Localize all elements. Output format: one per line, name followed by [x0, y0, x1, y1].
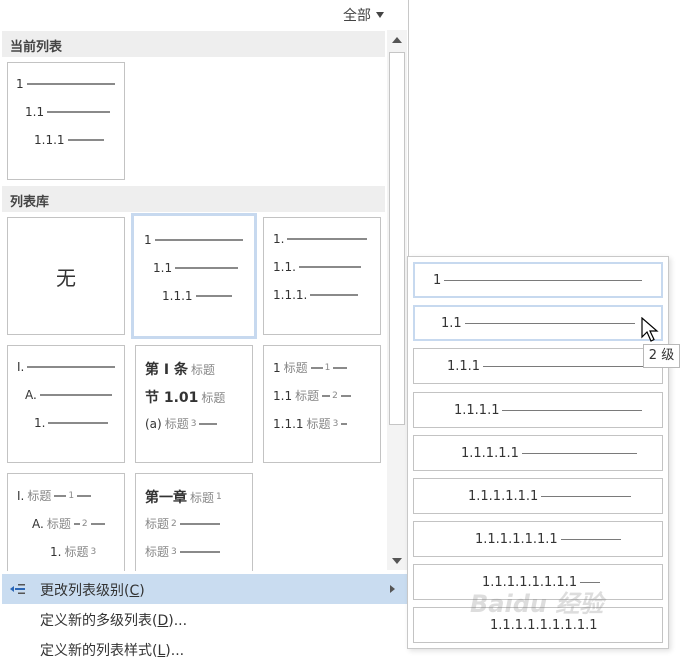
library-tile-roman-heading[interactable]: I. 标题 1 A. 标题 2 1. 标题 3	[7, 473, 125, 571]
library-tile-none[interactable]: 无	[7, 217, 125, 335]
tile-row: 1	[144, 233, 243, 247]
filter-dropdown[interactable]: 全部	[343, 5, 384, 25]
tile-row: 第 I 条标题	[145, 362, 215, 378]
level-option-2[interactable]: 1.1	[413, 305, 663, 341]
tile-row: A. 标题 2	[32, 515, 105, 532]
submenu-arrow-icon	[390, 585, 395, 593]
level-option-4[interactable]: 1.1.1.1	[413, 392, 663, 428]
current-list-tile[interactable]: 1 1.1 1.1.1	[7, 62, 125, 180]
tile-row: 节 1.01 标题	[145, 390, 226, 406]
library-tile-article-section[interactable]: 第 I 条标题 节 1.01 标题 (a) 标题 3	[135, 345, 253, 463]
define-multilevel-list-item[interactable]: 定义新的多级列表(D)...	[2, 604, 407, 634]
tile-row: 第一章 标题 1	[145, 490, 222, 506]
tile-row: 1.1.1.	[273, 288, 359, 302]
tile-row: 1.	[34, 416, 109, 430]
level-option-1[interactable]: 1	[413, 262, 663, 298]
filter-label: 全部	[343, 8, 371, 24]
library-tile-numeric[interactable]: 1 1.1 1.1.1	[131, 213, 257, 339]
tile-row: I.	[17, 360, 116, 374]
scrollbar-thumb[interactable]	[389, 52, 405, 425]
tile-row: 1.1.1	[34, 133, 104, 147]
section-current-list: 当前列表	[2, 31, 385, 57]
level-option-7[interactable]: 1.1.1.1.1.1.1	[413, 521, 663, 557]
scroll-up-button[interactable]	[387, 31, 407, 51]
tile-row: 标题 2	[145, 515, 220, 532]
tile-row: 标题 3	[145, 543, 220, 560]
scroll-down-button[interactable]	[387, 551, 407, 571]
tile-row: 1. 标题 3	[50, 544, 97, 560]
tile-row: (a) 标题 3	[145, 415, 218, 432]
section-list-library: 列表库	[2, 186, 385, 212]
indent-level-icon	[10, 584, 25, 594]
change-list-level-item[interactable]: 更改列表级别(C)	[2, 574, 407, 604]
tile-row: 1.1 标题 2	[273, 387, 351, 404]
define-list-style-item[interactable]: 定义新的列表样式(L)...	[2, 634, 407, 664]
tile-row: 1 标题 1	[273, 359, 348, 376]
chevron-down-icon	[376, 12, 384, 18]
tile-row: 1.1.	[273, 260, 361, 274]
level-option-5[interactable]: 1.1.1.1.1	[413, 435, 663, 471]
triangle-down-icon	[392, 558, 402, 564]
level-option-3[interactable]: 1.1.1	[413, 348, 663, 384]
mouse-pointer-icon	[641, 317, 659, 342]
tile-row: A.	[25, 388, 112, 402]
define-list-style-label: 定义新的列表样式(L)...	[40, 643, 185, 659]
library-tile-chapter-heading[interactable]: 第一章 标题 1 标题 2 标题 3	[135, 473, 253, 571]
library-tile-roman[interactable]: I. A. 1.	[7, 345, 125, 463]
tile-row: 1.1	[153, 261, 239, 275]
library-tile-heading-numeric[interactable]: 1 标题 1 1.1 标题 2 1.1.1 标题 3	[263, 345, 381, 463]
tile-row: 1.1	[25, 105, 111, 119]
none-label: 无	[56, 265, 76, 290]
tile-row: 1	[16, 77, 115, 91]
define-multilevel-list-label: 定义新的多级列表(D)...	[40, 613, 188, 629]
change-list-level-label: 更改列表级别(C)	[40, 583, 145, 599]
triangle-up-icon	[392, 37, 402, 43]
tile-row: I. 标题 1	[17, 487, 92, 504]
watermark: Baidu 经验	[470, 590, 604, 618]
level-tooltip: 2 级	[643, 344, 680, 368]
level-option-6[interactable]: 1.1.1.1.1.1	[413, 478, 663, 514]
tile-row: 1.1.1 标题 3	[273, 415, 348, 432]
library-tile-numeric-dotted[interactable]: 1. 1.1. 1.1.1.	[263, 217, 381, 335]
tile-row: 1.	[273, 232, 368, 246]
tile-row: 1.1.1	[162, 289, 232, 303]
